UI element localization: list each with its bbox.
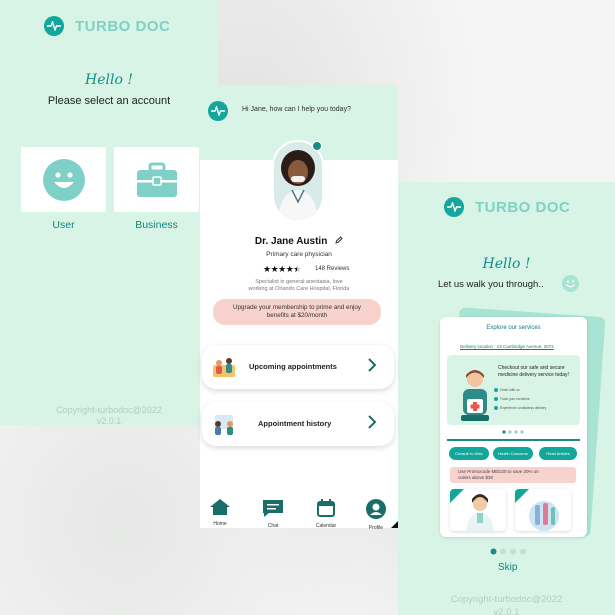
promo-line2: benefits at $20/month (266, 312, 328, 319)
heartbeat-icon (208, 101, 228, 121)
doctor-name: Dr. Jane Austin (254, 236, 328, 247)
banner-item: Experience contactless delivery (493, 406, 547, 410)
calendar-icon (317, 499, 335, 517)
nav-label: Calendar (315, 523, 337, 529)
banner-item: Order with us (494, 388, 520, 392)
home-icon (210, 499, 230, 515)
brand-name: TURBO DOC (475, 198, 571, 216)
read-articles-button[interactable]: Read Articles (539, 447, 577, 460)
specialty-description: Specialist in general anestasia, love wo… (240, 279, 358, 293)
copyright: Copyright-turbodoc@2022 (56, 405, 162, 415)
consult-clinic-button[interactable]: Consult in clinic (449, 447, 489, 460)
doctor-profile-screen: Hi Jane, how can I help you today? Dr. J… (200, 85, 398, 531)
rating-stars: ★★★★★★ (263, 264, 301, 274)
nav-profile[interactable]: Profile (361, 499, 391, 531)
specialty-line2: working at Orlando Care Hospital, Florid… (248, 286, 350, 292)
greeting: Hello ! (85, 72, 133, 88)
nav-home[interactable]: Home (205, 499, 235, 527)
doctor-avatar[interactable] (272, 140, 324, 222)
heartbeat-icon (44, 16, 64, 36)
doctor-photo (466, 494, 494, 531)
doctor-role: Primary care physician (266, 251, 332, 258)
banner-title-line2: medicine delivery service today! (498, 371, 569, 378)
chat-icon (263, 500, 283, 517)
lab-tile[interactable] (515, 489, 571, 531)
appointment-history-label: Appointment history (258, 419, 332, 428)
divider (447, 439, 580, 441)
chevron-right-icon (368, 358, 376, 372)
user-account-button[interactable] (21, 147, 106, 212)
business-account-button[interactable] (114, 147, 199, 212)
pencil-icon[interactable] (335, 236, 343, 244)
brand-logo: TURBO DOC (444, 197, 570, 217)
nav-label: Home (213, 521, 227, 527)
upcoming-appointments-label: Upcoming appointments (249, 362, 337, 371)
online-status-dot (312, 141, 322, 151)
bottom-nav: Home Chat Calendar Profile (200, 499, 398, 531)
history-people-icon (215, 415, 233, 435)
banner-title: Checkout our safe and secure medicine de… (498, 365, 569, 378)
version: v2.0.1 (493, 607, 520, 615)
preview-title: Explore our services (486, 325, 541, 331)
smiley-icon (42, 158, 85, 201)
skip-button[interactable]: Skip (498, 562, 517, 573)
health-concerns-button[interactable]: Health Concerns (493, 447, 533, 460)
smiley-icon (562, 275, 579, 292)
onboarding-screen: TURBO DOC Hello ! Let us walk you throug… (398, 182, 615, 615)
nav-calendar[interactable]: Calendar (311, 499, 341, 529)
services-preview: Explore our services Delivery location :… (440, 317, 587, 537)
account-select-screen: TURBO DOC Hello ! Please select an accou… (0, 0, 218, 426)
corner-marker (391, 521, 398, 528)
brand-name: TURBO DOC (75, 17, 171, 35)
onboarding-pager (490, 548, 526, 555)
copyright: Copyright-turbodoc@2022 (450, 594, 563, 605)
delivery-location: Delivery location : 13 Cambridge Avenue,… (460, 344, 554, 349)
upcoming-appointments-card[interactable]: Upcoming appointments (202, 345, 394, 389)
promo-line2: orders above $30 (458, 475, 494, 480)
promo-line1: Upgrade your membership to prime and enj… (232, 304, 362, 311)
nav-label: Chat (267, 523, 279, 529)
upgrade-promo-banner[interactable]: Upgrade your membership to prime and enj… (213, 299, 381, 325)
doctor-tile[interactable] (450, 489, 506, 531)
chevron-right-icon (368, 415, 376, 429)
greeting: Hello ! (482, 256, 531, 272)
profile-icon (366, 499, 386, 519)
promo-banner: Use Promocode MED20 to save 20% on order… (450, 467, 576, 483)
review-count: 148 Reviews (315, 266, 350, 272)
brand-logo: TURBO DOC (44, 16, 170, 36)
banner-title-line1: Checkout our safe and secure (498, 365, 565, 371)
nav-label: Profile (368, 525, 384, 531)
doctor-portrait (274, 142, 322, 220)
promo-line1: Use Promocode MED20 to save 20% on (458, 469, 539, 474)
briefcase-icon (136, 162, 177, 197)
business-account-label: Business (135, 219, 178, 231)
doctor-name-row: Dr. Jane Austin (200, 236, 398, 247)
lab-photo (529, 501, 559, 531)
calendar-people-icon (213, 358, 235, 377)
heartbeat-icon (444, 197, 464, 217)
nurse-illustration (461, 370, 489, 421)
banner-pager (502, 430, 524, 434)
user-account-label: User (52, 219, 75, 231)
account-prompt: Please select an account (47, 95, 171, 107)
appointment-history-card[interactable]: Appointment history (202, 402, 394, 446)
banner-item: Track your medicine (494, 397, 530, 401)
nav-chat[interactable]: Chat (258, 499, 288, 529)
assistant-greeting: Hi Jane, how can I help you today? (242, 106, 351, 113)
delivery-banner: Checkout our safe and secure medicine de… (447, 355, 580, 456)
specialty-line1: Specialist in general anestasia, love (255, 279, 343, 285)
walkthrough-text: Let us walk you through.. (438, 279, 544, 290)
version: v2.0.1 (96, 416, 122, 426)
